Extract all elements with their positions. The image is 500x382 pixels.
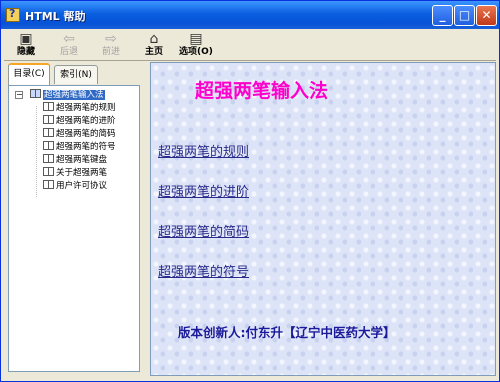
page-title: 超强两笔输入法: [195, 80, 329, 102]
back-label: 后退: [59, 47, 78, 57]
options-label: 选项(O): [179, 47, 213, 57]
book-icon: [43, 128, 54, 137]
open-book-icon: [30, 89, 41, 98]
home-button[interactable]: ⌂ 主页: [132, 30, 176, 60]
window-bottom-border: [1, 377, 499, 381]
book-icon: [43, 180, 54, 189]
book-icon: [43, 102, 54, 111]
navigation-pane: 目录(C) 索引(N) − 超强两笔输入法 超强两笔的规则 超强两笔的进阶 超强…: [4, 62, 145, 376]
tab-contents[interactable]: 目录(C): [8, 63, 50, 85]
author-credit: 版本创新人:付东升【辽宁中医药大学】: [178, 325, 396, 340]
tree-item-license[interactable]: 用户许可协议: [43, 180, 107, 193]
tree-root-label: 超强两笔输入法: [43, 90, 105, 100]
tree-item-keyboard[interactable]: 超强两笔键盘: [43, 154, 107, 167]
home-label: 主页: [144, 47, 163, 57]
back-button[interactable]: ⇦ 后退: [47, 30, 91, 60]
forward-button[interactable]: ⇨ 前进: [89, 30, 133, 60]
tree-item-advanced[interactable]: 超强两笔的进阶: [43, 115, 116, 128]
window-title: HTML 帮助: [25, 10, 86, 23]
link-shortcodes[interactable]: 超强两笔的简码: [158, 221, 249, 240]
link-rules[interactable]: 超强两笔的规则: [158, 141, 249, 160]
tree-root-item[interactable]: − 超强两笔输入法: [13, 89, 105, 102]
book-icon: [43, 154, 54, 163]
help-window: HTML 帮助 _ □ ✕ ▣ 隐藏 ⇦ 后退 ⇨ 前进 ⌂ 主页 ▤ 选项(O…: [0, 0, 500, 382]
book-icon: [43, 115, 54, 124]
link-symbols[interactable]: 超强两笔的符号: [158, 261, 249, 280]
tree-item-symbols[interactable]: 超强两笔的符号: [43, 141, 116, 154]
content-pane: 超强两笔输入法 超强两笔的规则 超强两笔的进阶 超强两笔的简码 超强两笔的符号 …: [150, 62, 496, 376]
close-button[interactable]: ✕: [476, 5, 497, 26]
toolbar-divider: [4, 60, 496, 61]
forward-arrow-icon: ⇨: [105, 31, 117, 47]
book-icon: [43, 167, 54, 176]
options-icon: ▤: [189, 31, 203, 47]
hide-label: 隐藏: [16, 47, 35, 57]
tree-item-rules[interactable]: 超强两笔的规则: [43, 102, 116, 115]
options-button[interactable]: ▤ 选项(O): [174, 30, 218, 60]
tree-item-shortcodes[interactable]: 超强两笔的简码: [43, 128, 116, 141]
help-app-icon: [6, 7, 20, 22]
hide-icon: ▣: [19, 31, 33, 47]
hide-button[interactable]: ▣ 隐藏: [4, 30, 48, 60]
link-advanced[interactable]: 超强两笔的进阶: [158, 181, 249, 200]
collapse-icon[interactable]: −: [15, 91, 23, 99]
home-icon: ⌂: [149, 31, 159, 47]
title-bar[interactable]: HTML 帮助 _ □ ✕: [1, 1, 499, 29]
back-arrow-icon: ⇦: [63, 31, 75, 47]
forward-label: 前进: [101, 47, 120, 57]
maximize-button[interactable]: □: [454, 5, 475, 26]
contents-tree[interactable]: − 超强两笔输入法 超强两笔的规则 超强两笔的进阶 超强两笔的简码 超强两笔的符…: [8, 85, 140, 372]
tab-index[interactable]: 索引(N): [54, 65, 98, 84]
tree-item-about[interactable]: 关于超强两笔: [43, 167, 107, 180]
book-icon: [43, 141, 54, 150]
toolbar: ▣ 隐藏 ⇦ 后退 ⇨ 前进 ⌂ 主页 ▤ 选项(O): [4, 29, 496, 60]
minimize-button[interactable]: _: [432, 5, 453, 26]
